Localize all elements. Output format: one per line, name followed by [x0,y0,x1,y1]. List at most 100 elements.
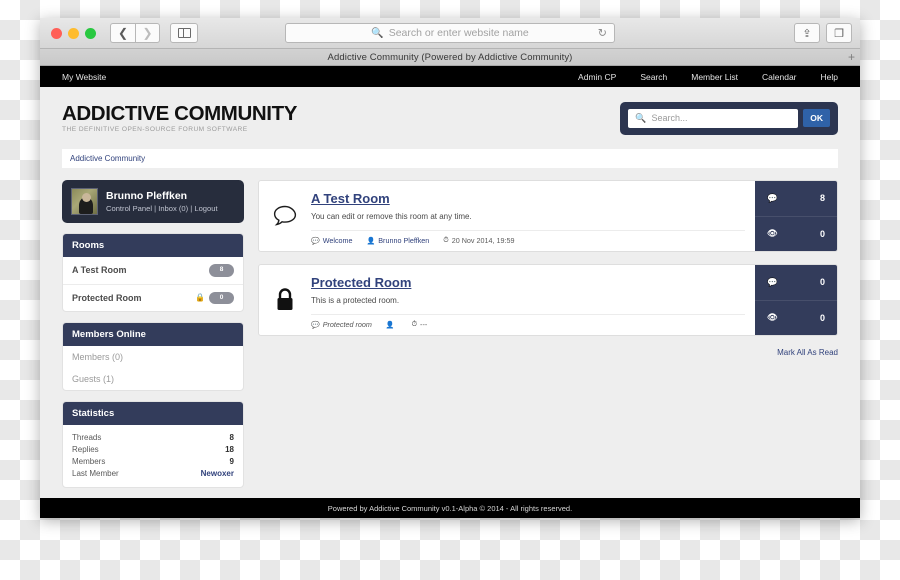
forward-button[interactable]: ❯ [135,23,160,43]
user-panel: Brunno Pleffken Control Panel | Inbox (0… [62,180,244,223]
footer-text: Powered by Addictive Community v0.1-Alph… [327,503,573,513]
site-brand-link[interactable]: My Website [62,72,106,82]
comments-icon: 💬 [767,192,778,203]
meta-author: 👤 [386,321,398,329]
site-header: ADDICTIVE COMMUNITY THE DEFINITIVE OPEN-… [40,87,860,149]
nav-link-search[interactable]: Search [640,72,667,82]
room-description: This is a protected room. [311,296,400,305]
meta-author-link[interactable]: Brunno Pleffken [378,236,429,245]
chevron-left-icon: ❮ [117,26,129,40]
close-window-button[interactable] [51,27,62,39]
stat-label: Last Member [72,468,119,478]
room-title-link[interactable]: A Test Room [311,191,390,206]
share-button[interactable]: ⇪ [794,23,820,43]
statistics-list: Threads 8 Replies 18 Members 9 Last Memb… [63,425,243,487]
user-name: Brunno Pleffken [106,190,188,202]
meta-thread-text: Protected room [322,320,372,329]
eye-icon: 👁 [767,312,778,323]
user-links[interactable]: Control Panel | Inbox (0) | Logout [106,204,218,213]
last-member-link[interactable]: Newoxer [201,469,234,478]
clock-icon: ⏱ [443,236,449,244]
lock-icon: 🔒 [195,293,205,303]
page-viewport: My Website Admin CP Search Member List C… [40,66,860,518]
search-submit-button[interactable]: OK [803,108,830,128]
avatar[interactable] [71,188,98,215]
sidebar-toggle-button[interactable] [170,23,198,43]
room-posts-count: 💬 0 [755,265,837,300]
views-count-value: 0 [819,228,825,239]
sidebar-room-protected-room[interactable]: Protected Room 🔒 0 [63,285,243,312]
breadcrumb-link-home[interactable]: Addictive Community [70,154,145,163]
reload-icon[interactable]: ↻ [598,27,607,40]
room-counts: 💬 8 👁 0 [755,181,837,251]
room-title-link[interactable]: Protected Room [311,275,411,290]
navigation-buttons: ❮ ❯ [110,23,160,43]
meta-last-thread[interactable]: 💬 Welcome [311,236,353,245]
sidebar-room-label: A Test Room [72,265,127,276]
room-card-protected-room: Protected Room This is a protected room.… [258,264,838,336]
chevron-right-icon: ❯ [142,26,153,40]
address-bar[interactable]: 🔍 Search or enter website name ↻ [285,23,615,43]
stat-value: 18 [225,444,234,454]
eye-icon: 👁 [767,228,778,239]
room-card-a-test-room: A Test Room You can edit or remove this … [258,180,838,252]
search-input[interactable]: 🔍 Search... [628,108,799,128]
room-meta: 💬 Welcome 👤 Brunno Pleffken ⏱ 20 Nov 201… [311,230,745,251]
nav-link-calendar[interactable]: Calendar [762,72,797,82]
members-online-members[interactable]: Members (0) [63,346,243,368]
rooms-panel: Rooms A Test Room 8 Protected Room 🔒 0 [62,233,244,312]
stat-row-threads: Threads 8 [72,431,234,443]
members-online-title: Members Online [63,323,243,346]
search-icon: 🔍 [635,112,647,123]
posts-count-value: 8 [819,193,825,204]
back-button[interactable]: ❮ [110,23,135,43]
sidebar-room-a-test-room[interactable]: A Test Room 8 [63,257,243,285]
stat-label: Threads [72,432,102,442]
search-icon: 🔍 [371,27,384,39]
meta-date-text: 20 Nov 2014, 19:59 [451,236,515,245]
share-icon: ⇪ [802,27,812,40]
stat-label: Members [72,456,106,466]
nav-link-admin-cp[interactable]: Admin CP [578,72,616,82]
lock-icon [259,265,311,335]
logo-title: ADDICTIVE COMMUNITY [62,101,297,125]
browser-actions: ⇪ ❐ [794,23,852,43]
new-tab-button[interactable]: + [848,51,855,63]
tabs-icon: ❐ [834,27,844,40]
room-meta: 💬 Protected room 👤 ⏱ --- [311,314,745,335]
site-logo[interactable]: ADDICTIVE COMMUNITY THE DEFINITIVE OPEN-… [62,103,297,134]
nav-link-member-list[interactable]: Member List [691,72,738,82]
maximize-window-button[interactable] [85,27,96,39]
sidebar-toggle-icon [177,28,191,38]
meta-date: ⏱ --- [412,320,428,329]
show-tabs-button[interactable]: ❐ [826,23,852,43]
active-tab[interactable]: Addictive Community (Powered by Addictiv… [40,52,860,63]
address-bar-placeholder: Search or enter website name [388,27,529,39]
views-count-value: 0 [819,312,825,323]
meta-last-thread: 💬 Protected room [311,320,372,329]
room-posts-count: 💬 8 [755,181,837,216]
comment-icon: 💬 [311,237,320,245]
meta-thread-link[interactable]: Welcome [323,236,353,245]
meta-author[interactable]: 👤 Brunno Pleffken [367,236,430,245]
top-nav-links: Admin CP Search Member List Calendar Hel… [578,72,838,82]
stat-row-last-member: Last Member Newoxer [72,467,234,479]
comments-icon: 💬 [767,276,778,287]
mark-all-as-read-link[interactable]: Mark All As Read [258,348,838,357]
nav-link-help[interactable]: Help [821,72,838,82]
site-footer: Powered by Addictive Community v0.1-Alph… [40,498,860,518]
clock-icon: ⏱ [411,320,418,328]
site-top-navigation: My Website Admin CP Search Member List C… [40,66,860,87]
room-description: You can edit or remove this room at any … [311,212,472,221]
header-search-box: 🔍 Search... OK [620,101,838,135]
meta-date-text: --- [420,320,428,329]
room-counts: 💬 0 👁 0 [755,265,837,335]
members-online-guests[interactable]: Guests (1) [63,368,243,390]
browser-window: ❮ ❯ 🔍 Search or enter website name ↻ ⇪ ❐… [40,18,860,518]
browser-titlebar: ❮ ❯ 🔍 Search or enter website name ↻ ⇪ ❐ [40,18,860,49]
room-views-count: 👁 0 [755,215,837,251]
user-icon: 👤 [385,321,395,329]
minimize-window-button[interactable] [68,27,79,39]
user-info: Brunno Pleffken Control Panel | Inbox (0… [106,190,218,213]
room-body: Protected Room This is a protected room.… [311,265,755,335]
